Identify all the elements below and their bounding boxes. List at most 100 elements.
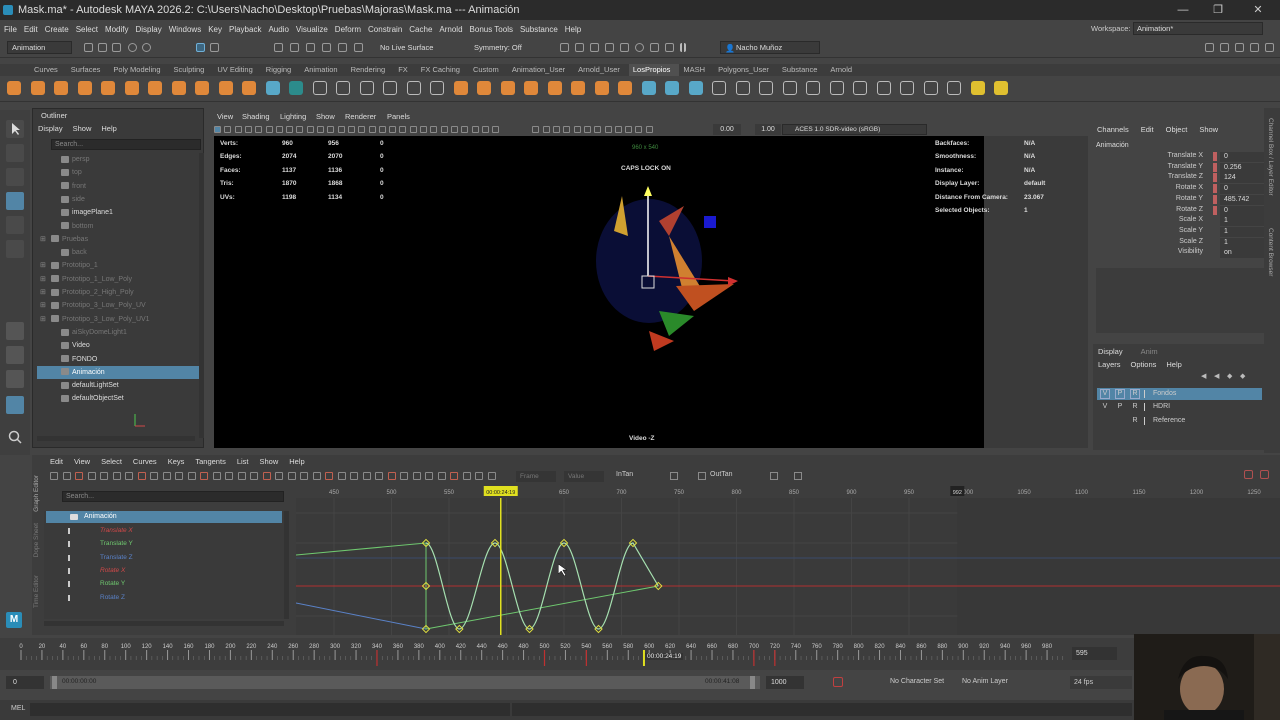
shelf-tool-icon[interactable] [242, 81, 256, 95]
viewport-tool-icon[interactable] [440, 126, 448, 133]
graph-tool-icon[interactable] [50, 472, 58, 480]
graph-stack-icon[interactable] [1260, 470, 1269, 479]
viewport-tool-icon[interactable] [347, 126, 355, 133]
viewport-tool-icon[interactable] [286, 126, 294, 133]
shelf-tool-icon[interactable] [571, 81, 585, 95]
character-set-dropdown[interactable]: No Character Set [890, 678, 944, 685]
graph-tool-icon[interactable] [187, 472, 196, 480]
graph-normalize-icon[interactable] [1244, 470, 1253, 479]
undo-icon[interactable] [128, 43, 137, 52]
dope-sheet-side-tab[interactable]: Dope Sheet [33, 523, 40, 557]
channel-name[interactable]: Translate X [1167, 152, 1203, 159]
viewport-tool-icon[interactable] [614, 126, 622, 133]
shelf-tab-poly-modeling[interactable]: Poly Modeling [109, 64, 169, 76]
outliner-item[interactable]: defaultLightSet [37, 379, 199, 392]
graph-menu-edit[interactable]: Edit [50, 457, 63, 466]
start-frame-field[interactable]: 0 [6, 676, 44, 689]
graph-menu-curves[interactable]: Curves [133, 457, 157, 466]
graph-node-row[interactable]: Animación [46, 511, 282, 523]
shelf-tool-icon[interactable] [453, 81, 468, 95]
graph-tool-icon[interactable] [425, 472, 433, 480]
shelf-tab-arnold[interactable]: Arnold [826, 64, 861, 76]
graph-menu-tangents[interactable]: Tangents [195, 457, 225, 466]
viewport-menu-lighting[interactable]: Lighting [280, 112, 306, 121]
shelf-tool-icon[interactable] [547, 81, 562, 95]
viewport-tool-icon[interactable] [275, 126, 283, 133]
shelf-tool-icon[interactable] [406, 81, 421, 95]
graph-tool-icon[interactable] [325, 472, 333, 480]
outliner-menu-show[interactable]: Show [73, 124, 92, 133]
viewport-tool-icon[interactable] [604, 126, 612, 133]
graph-tool-icon[interactable] [312, 472, 321, 480]
shelf-tab-mash[interactable]: MASH [679, 64, 714, 76]
shelf-tool-icon[interactable] [712, 81, 726, 95]
range-bar[interactable]: 00:00:00:00 00:00:41:08 [50, 676, 760, 689]
paint-select-tool-icon[interactable] [6, 168, 24, 186]
shelf-tab-rendering[interactable]: Rendering [347, 64, 395, 76]
graph-tool-icon[interactable] [437, 472, 446, 480]
shelf-tool-icon[interactable] [383, 81, 397, 95]
outliner-item[interactable]: top [37, 166, 199, 179]
layer-r-toggle[interactable]: R [1130, 389, 1140, 399]
select-tool-icon[interactable] [6, 120, 24, 138]
save-scene-icon[interactable] [112, 43, 121, 52]
outliner-item[interactable]: Animación [37, 365, 199, 379]
outliner-item[interactable]: FONDO [37, 353, 199, 366]
shelf-tool-icon[interactable] [7, 81, 21, 95]
viewport-tool-icon[interactable] [327, 126, 335, 133]
viewport-tool-icon[interactable] [645, 126, 653, 133]
snap-point-icon[interactable] [306, 43, 315, 52]
menu-substance[interactable]: Substance [520, 25, 565, 34]
shelf-tab-polygons-user[interactable]: Polygons_User [714, 64, 778, 76]
shelf-tab-arnold-user[interactable]: Arnold_User [574, 64, 629, 76]
graph-tool-icon[interactable] [262, 472, 271, 480]
layer-v-toggle[interactable]: V [1100, 401, 1110, 413]
ipr-play-icon[interactable] [650, 43, 659, 52]
shelf-tool-icon[interactable] [77, 81, 92, 95]
shelf-tool-icon[interactable] [735, 81, 750, 95]
shelf-tool-icon[interactable] [947, 81, 961, 95]
expand-icon[interactable]: ⊞ [40, 299, 46, 312]
select-object-icon[interactable] [210, 43, 219, 52]
graph-channel-row[interactable]: Translate X [44, 525, 280, 537]
channel-value-field[interactable]: 485.742 [1220, 194, 1270, 205]
viewport-tool-icon[interactable] [542, 126, 550, 133]
graph-tool-icon[interactable] [337, 472, 346, 480]
snap-view-icon[interactable] [322, 43, 331, 52]
fps-dropdown[interactable]: 24 fps [1070, 676, 1132, 689]
menu-audio[interactable]: Audio [268, 25, 295, 34]
lasso-tool-icon[interactable] [6, 144, 24, 162]
shelf-tab-animation-user[interactable]: Animation_User [508, 64, 574, 76]
outliner-persp-layout-icon[interactable] [6, 396, 24, 414]
graph-tool-icon[interactable] [225, 472, 233, 480]
outliner-item[interactable]: Video [37, 339, 199, 352]
layer-r-toggle[interactable]: R [1130, 401, 1140, 413]
viewport-tool-icon[interactable] [244, 126, 252, 133]
move-layer-down-icon[interactable]: ◀ [1214, 372, 1223, 381]
viewport-tool-icon[interactable] [583, 126, 591, 133]
viewport-tool-icon[interactable] [214, 126, 221, 133]
shelf-tab-custom[interactable]: Custom [469, 64, 508, 76]
menu-bonus-tools[interactable]: Bonus Tools [470, 25, 520, 34]
range-start-handle[interactable] [52, 676, 57, 689]
outliner-item[interactable]: ⊞ Prototipo_2_High_Poly [37, 286, 199, 299]
graph-channel-row[interactable]: Rotate X [44, 565, 280, 577]
channel-name[interactable]: Translate Y [1168, 163, 1203, 170]
viewport-tool-icon[interactable] [337, 126, 345, 133]
viewport-tool-icon[interactable] [450, 126, 458, 133]
viewport-tool-icon[interactable] [265, 126, 273, 133]
channel-box-menu-edit[interactable]: Edit [1141, 125, 1154, 134]
graph-tool-icon[interactable] [375, 472, 383, 480]
shelf-tool-icon[interactable] [994, 81, 1008, 95]
command-input[interactable] [30, 703, 510, 716]
select-hierarchy-icon[interactable] [196, 43, 205, 52]
viewport-tool-icon[interactable] [461, 126, 469, 133]
shelf-tab-rigging[interactable]: Rigging [262, 64, 300, 76]
channel-name[interactable]: Rotate Y [1176, 195, 1203, 202]
graph-tool-icon[interactable] [300, 472, 308, 480]
minimize-button[interactable]: — [1165, 0, 1201, 20]
persp-graph-layout-icon[interactable] [6, 370, 24, 388]
layer-tab-display[interactable]: Display [1098, 347, 1123, 356]
render-view-icon[interactable] [620, 43, 629, 52]
graph-tool-icon[interactable] [387, 472, 396, 480]
